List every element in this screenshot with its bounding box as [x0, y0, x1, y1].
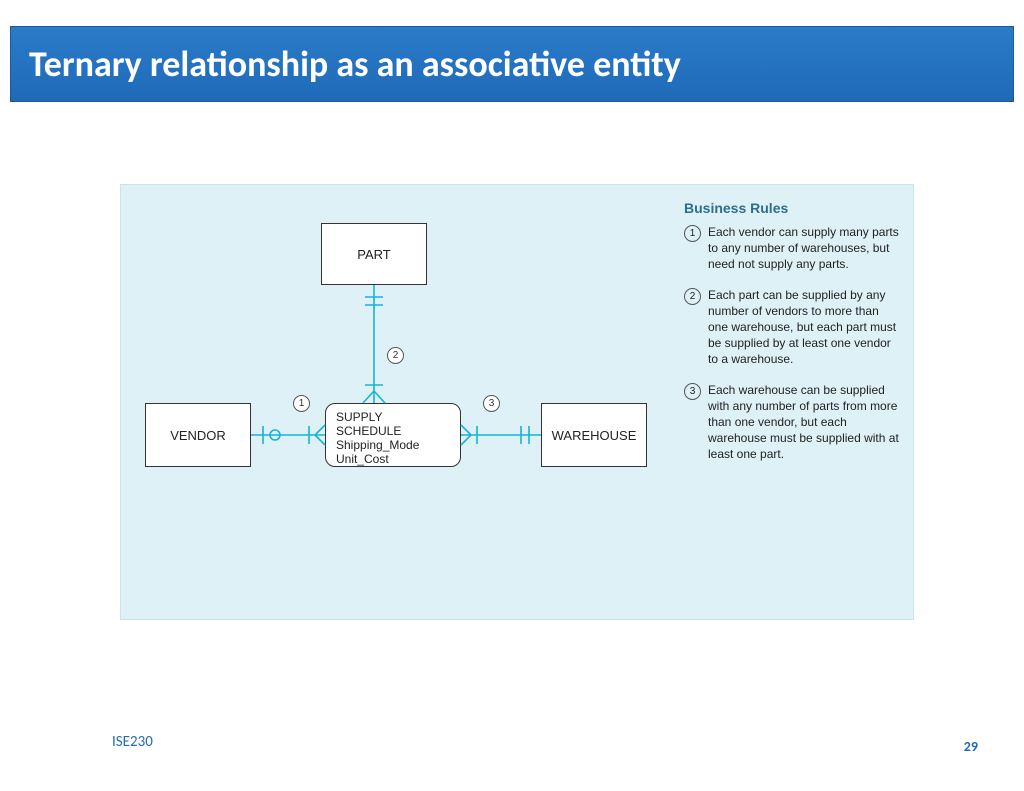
footer-course: ISE230	[112, 733, 153, 751]
title-bar: Ternary relationship as an associative e…	[10, 26, 1014, 102]
rules-title: Business Rules	[684, 200, 899, 216]
associative-entity: SUPPLY SCHEDULE Shipping_Mode Unit_Cost	[325, 403, 461, 467]
marker-1: 1	[293, 395, 310, 412]
assoc-attr: Unit_Cost	[336, 452, 450, 466]
assoc-name: SUPPLY SCHEDULE	[336, 410, 450, 438]
marker-2: 2	[387, 347, 404, 364]
entity-vendor: VENDOR	[145, 403, 251, 467]
rule-text: Each warehouse can be supplied with any …	[708, 382, 899, 463]
assoc-attr: Shipping_Mode	[336, 438, 450, 452]
slide-title: Ternary relationship as an associative e…	[29, 42, 681, 86]
rule-item: 2 Each part can be supplied by any numbe…	[684, 287, 899, 368]
rule-number: 1	[684, 225, 701, 242]
rule-number: 2	[684, 288, 701, 305]
entity-part: PART	[321, 223, 427, 285]
entity-label: WAREHOUSE	[552, 428, 637, 443]
rule-number: 3	[684, 383, 701, 400]
entity-label: VENDOR	[170, 428, 226, 443]
footer-page: 29	[964, 738, 978, 755]
rule-item: 3 Each warehouse can be supplied with an…	[684, 382, 899, 463]
rule-text: Each vendor can supply many parts to any…	[708, 224, 899, 273]
entity-warehouse: WAREHOUSE	[541, 403, 647, 467]
diagram-area: PART VENDOR WAREHOUSE SUPPLY SCHEDULE Sh…	[120, 184, 914, 620]
rule-text: Each part can be supplied by any number …	[708, 287, 899, 368]
rule-item: 1 Each vendor can supply many parts to a…	[684, 224, 899, 273]
business-rules: Business Rules 1 Each vendor can supply …	[684, 200, 899, 476]
marker-3: 3	[483, 395, 500, 412]
entity-label: PART	[357, 247, 390, 262]
